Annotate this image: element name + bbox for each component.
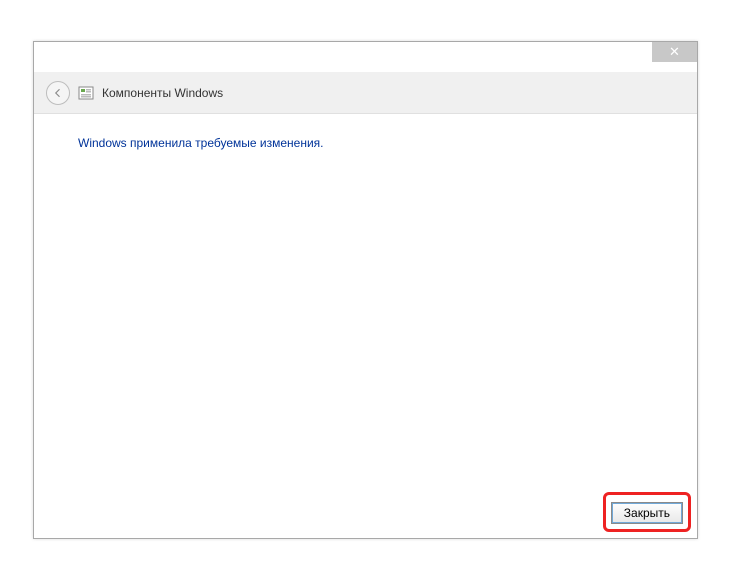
dialog-window: ✕ Компоненты Windows Windows применила т… [33, 41, 698, 539]
titlebar: ✕ [34, 42, 697, 72]
window-close-button[interactable]: ✕ [652, 42, 697, 62]
close-icon: ✕ [669, 44, 680, 60]
footer: Закрыть [611, 502, 683, 524]
arrow-left-icon [52, 87, 64, 99]
app-icon [78, 85, 94, 101]
content-area: Windows применила требуемые изменения. [34, 114, 697, 494]
header-title: Компоненты Windows [102, 86, 223, 100]
back-button[interactable] [46, 81, 70, 105]
close-button[interactable]: Закрыть [611, 502, 683, 524]
status-message: Windows применила требуемые изменения. [78, 136, 653, 150]
header-bar: Компоненты Windows [34, 72, 697, 114]
